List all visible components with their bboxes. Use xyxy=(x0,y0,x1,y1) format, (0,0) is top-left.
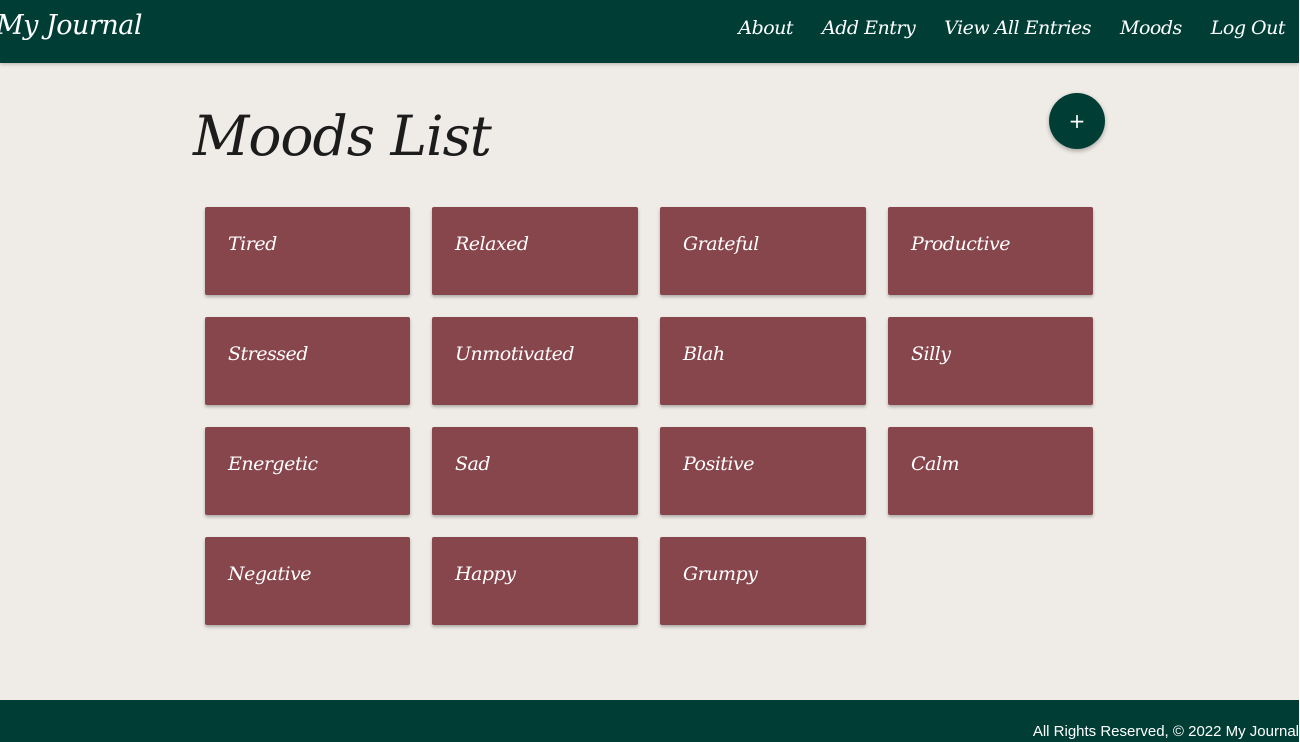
mood-card-happy[interactable]: Happy xyxy=(432,537,638,625)
mood-label: Unmotivated xyxy=(455,343,575,365)
mood-label: Relaxed xyxy=(455,233,529,255)
mood-label: Productive xyxy=(911,233,1011,255)
nav-links: About Add Entry View All Entries Moods L… xyxy=(709,17,1285,39)
nav-link-about[interactable]: About xyxy=(738,17,793,39)
nav-link-log-out[interactable]: Log Out xyxy=(1211,17,1286,39)
mood-card-grateful[interactable]: Grateful xyxy=(660,207,866,295)
mood-card-positive[interactable]: Positive xyxy=(660,427,866,515)
mood-label: Sad xyxy=(455,453,491,475)
mood-label: Silly xyxy=(911,343,951,365)
mood-label: Grumpy xyxy=(683,563,758,585)
page-title: Moods List xyxy=(193,104,492,168)
page: My Journal About Add Entry View All Entr… xyxy=(0,0,1299,742)
mood-grid: Tired Relaxed Grateful Productive Stress… xyxy=(205,207,1093,625)
mood-label: Grateful xyxy=(683,233,759,255)
nav-link-view-all-entries[interactable]: View All Entries xyxy=(944,17,1091,39)
mood-label: Stressed xyxy=(228,343,308,365)
mood-label: Negative xyxy=(228,563,312,585)
nav-link-moods[interactable]: Moods xyxy=(1120,17,1182,39)
mood-label: Calm xyxy=(911,453,959,475)
mood-card-stressed[interactable]: Stressed xyxy=(205,317,410,405)
mood-card-silly[interactable]: Silly xyxy=(888,317,1093,405)
mood-card-blah[interactable]: Blah xyxy=(660,317,866,405)
mood-card-unmotivated[interactable]: Unmotivated xyxy=(432,317,638,405)
mood-label: Positive xyxy=(683,453,754,475)
mood-card-grumpy[interactable]: Grumpy xyxy=(660,537,866,625)
mood-card-tired[interactable]: Tired xyxy=(205,207,410,295)
mood-label: Energetic xyxy=(228,453,318,475)
mood-card-calm[interactable]: Calm xyxy=(888,427,1093,515)
mood-card-productive[interactable]: Productive xyxy=(888,207,1093,295)
mood-label: Blah xyxy=(683,343,725,365)
brand-logo-link[interactable]: My Journal xyxy=(0,10,142,41)
mood-card-energetic[interactable]: Energetic xyxy=(205,427,410,515)
top-navbar: My Journal About Add Entry View All Entr… xyxy=(0,0,1299,63)
mood-card-negative[interactable]: Negative xyxy=(205,537,410,625)
nav-link-add-entry[interactable]: Add Entry xyxy=(822,17,916,39)
mood-label: Happy xyxy=(455,563,516,585)
mood-card-relaxed[interactable]: Relaxed xyxy=(432,207,638,295)
footer: All Rights Reserved, © 2022 My Journal xyxy=(0,700,1299,742)
mood-label: Tired xyxy=(228,233,277,255)
add-mood-button[interactable]: + xyxy=(1049,93,1105,149)
mood-card-sad[interactable]: Sad xyxy=(432,427,638,515)
footer-copyright: All Rights Reserved, © 2022 My Journal xyxy=(1032,723,1299,740)
